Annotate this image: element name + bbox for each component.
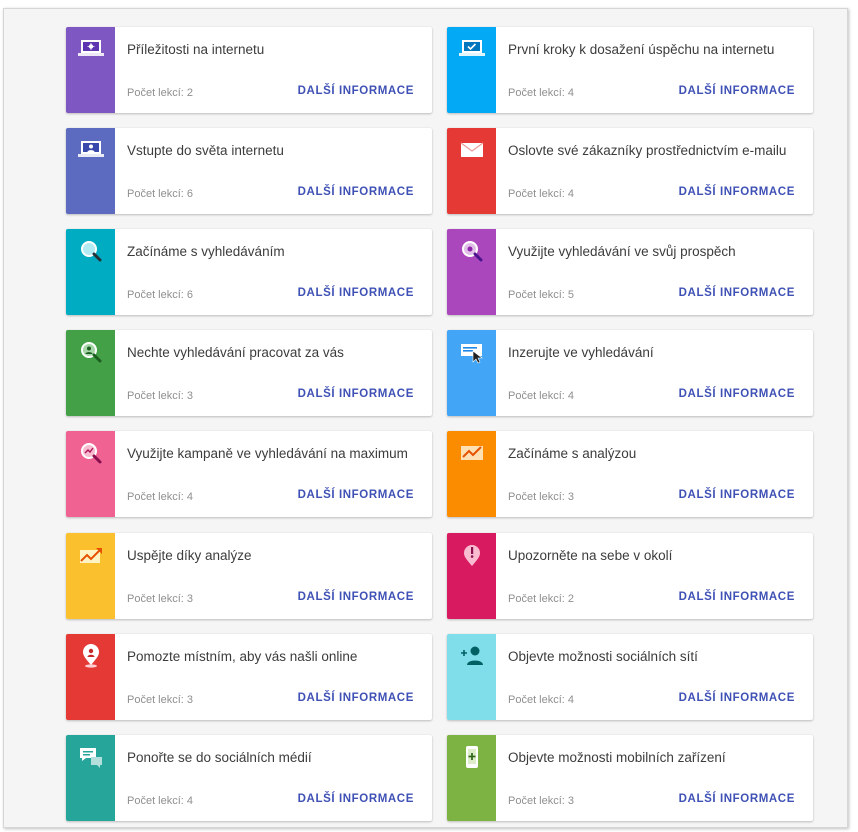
- card-color-strip: [66, 634, 115, 720]
- course-card[interactable]: Využijte vyhledávání ve svůj prospěch Po…: [447, 229, 813, 315]
- course-title: Objevte možnosti mobilních zařízení: [508, 750, 726, 765]
- lesson-count: Počet lekcí: 4: [508, 188, 575, 200]
- trend-chart-icon: [461, 446, 483, 460]
- course-card[interactable]: Využijte kampaně ve vyhledávání na maxim…: [66, 431, 432, 517]
- course-list-frame: Příležitosti na internetu Počet lekcí: 2…: [3, 8, 848, 828]
- card-color-strip: [66, 330, 115, 416]
- laptop-sparkle-icon: [78, 40, 104, 56]
- card-color-strip: [66, 735, 115, 821]
- lesson-count: Počet lekcí: 4: [127, 795, 194, 807]
- course-title: První kroky k dosažení úspěchu na intern…: [508, 42, 775, 57]
- course-card[interactable]: Uspějte díky analýze Počet lekcí: 3 DALŠ…: [66, 533, 432, 619]
- course-title: Vstupte do světa internetu: [127, 143, 284, 158]
- more-info-link[interactable]: DALŠÍ INFORMACE: [298, 85, 414, 97]
- mobile-plus-icon: [466, 746, 478, 768]
- card-color-strip: [447, 330, 496, 416]
- magnifier-user-icon: [81, 342, 102, 363]
- card-color-strip: [66, 229, 115, 315]
- lesson-count: Počet lekcí: 4: [508, 694, 575, 706]
- more-info-link[interactable]: DALŠÍ INFORMACE: [298, 186, 414, 198]
- lesson-count: Počet lekcí: 2: [127, 87, 194, 99]
- card-color-strip: [447, 128, 496, 214]
- course-card[interactable]: Vstupte do světa internetu Počet lekcí: …: [66, 128, 432, 214]
- lesson-count: Počet lekcí: 4: [127, 491, 194, 503]
- course-title: Využijte vyhledávání ve svůj prospěch: [508, 244, 736, 259]
- more-info-link[interactable]: DALŠÍ INFORMACE: [679, 85, 795, 97]
- course-card[interactable]: Pomozte místním, aby vás našli online Po…: [66, 634, 432, 720]
- more-info-link[interactable]: DALŠÍ INFORMACE: [679, 186, 795, 198]
- more-info-link[interactable]: DALŠÍ INFORMACE: [298, 388, 414, 400]
- magnifier-gear-icon: [462, 241, 483, 262]
- more-info-link[interactable]: DALŠÍ INFORMACE: [679, 388, 795, 400]
- card-color-strip: [447, 634, 496, 720]
- course-card[interactable]: První kroky k dosažení úspěchu na intern…: [447, 27, 813, 113]
- more-info-link[interactable]: DALŠÍ INFORMACE: [679, 489, 795, 501]
- more-info-link[interactable]: DALŠÍ INFORMACE: [298, 591, 414, 603]
- magnifier-icon: [81, 241, 102, 262]
- course-card[interactable]: Oslovte své zákazníky prostřednictvím e-…: [447, 128, 813, 214]
- map-pin-user-icon: [83, 644, 99, 668]
- card-color-strip: [447, 533, 496, 619]
- course-card[interactable]: Objevte možnosti mobilních zařízení Poče…: [447, 735, 813, 821]
- lesson-count: Počet lekcí: 2: [508, 593, 575, 605]
- more-info-link[interactable]: DALŠÍ INFORMACE: [298, 692, 414, 704]
- card-color-strip: [447, 229, 496, 315]
- lesson-count: Počet lekcí: 6: [127, 188, 194, 200]
- course-title: Začínáme s analýzou: [508, 446, 637, 461]
- course-card[interactable]: Začínáme s analýzou Počet lekcí: 3 DALŠÍ…: [447, 431, 813, 517]
- course-card[interactable]: Začínáme s vyhledáváním Počet lekcí: 6 D…: [66, 229, 432, 315]
- course-title: Začínáme s vyhledáváním: [127, 244, 285, 259]
- course-card[interactable]: Inzerujte ve vyhledávání Počet lekcí: 4 …: [447, 330, 813, 416]
- card-color-strip: [447, 431, 496, 517]
- map-pin-exclamation-icon: [464, 545, 480, 566]
- magnifier-chart-icon: [81, 443, 102, 464]
- lesson-count: Počet lekcí: 3: [127, 593, 194, 605]
- lesson-count: Počet lekcí: 4: [508, 390, 575, 402]
- lesson-count: Počet lekcí: 3: [127, 390, 194, 402]
- course-card[interactable]: Ponořte se do sociálních médií Počet lek…: [66, 735, 432, 821]
- more-info-link[interactable]: DALŠÍ INFORMACE: [679, 793, 795, 805]
- lesson-count: Počet lekcí: 3: [508, 795, 575, 807]
- course-title: Objevte možnosti sociálních sítí: [508, 649, 698, 664]
- course-title: Pomozte místním, aby vás našli online: [127, 649, 358, 664]
- course-card[interactable]: Objevte možnosti sociálních sítí Počet l…: [447, 634, 813, 720]
- course-title: Využijte kampaně ve vyhledávání na maxim…: [127, 446, 408, 461]
- more-info-link[interactable]: DALŠÍ INFORMACE: [679, 692, 795, 704]
- course-title: Příležitosti na internetu: [127, 42, 265, 57]
- lesson-count: Počet lekcí: 6: [127, 289, 194, 301]
- course-card[interactable]: Upozorněte na sebe v okolí Počet lekcí: …: [447, 533, 813, 619]
- lesson-count: Počet lekcí: 3: [508, 491, 575, 503]
- laptop-check-icon: [459, 40, 485, 56]
- more-info-link[interactable]: DALŠÍ INFORMACE: [298, 793, 414, 805]
- card-color-strip: [66, 533, 115, 619]
- add-person-icon: [461, 646, 483, 665]
- more-info-link[interactable]: DALŠÍ INFORMACE: [298, 489, 414, 501]
- card-color-strip: [66, 128, 115, 214]
- trend-arrow-icon: [80, 548, 102, 563]
- card-color-strip: [66, 431, 115, 517]
- card-color-strip: [447, 735, 496, 821]
- course-title: Upozorněte na sebe v okolí: [508, 548, 673, 563]
- course-card[interactable]: Nechte vyhledávání pracovat za vás Počet…: [66, 330, 432, 416]
- course-title: Ponořte se do sociálních médií: [127, 750, 312, 765]
- ad-cursor-icon: [461, 344, 483, 364]
- more-info-link[interactable]: DALŠÍ INFORMACE: [679, 591, 795, 603]
- chat-bubbles-icon: [80, 748, 102, 768]
- course-title: Inzerujte ve vyhledávání: [508, 345, 654, 360]
- course-title: Nechte vyhledávání pracovat za vás: [127, 345, 344, 360]
- laptop-user-icon: [78, 141, 104, 157]
- course-title: Oslovte své zákazníky prostřednictvím e-…: [508, 143, 787, 158]
- card-color-strip: [447, 27, 496, 113]
- course-title: Uspějte díky analýze: [127, 548, 252, 563]
- more-info-link[interactable]: DALŠÍ INFORMACE: [679, 287, 795, 299]
- lesson-count: Počet lekcí: 3: [127, 694, 194, 706]
- course-card[interactable]: Příležitosti na internetu Počet lekcí: 2…: [66, 27, 432, 113]
- envelope-icon: [460, 142, 484, 157]
- lesson-count: Počet lekcí: 4: [508, 87, 575, 99]
- lesson-count: Počet lekcí: 5: [508, 289, 575, 301]
- more-info-link[interactable]: DALŠÍ INFORMACE: [298, 287, 414, 299]
- card-color-strip: [66, 27, 115, 113]
